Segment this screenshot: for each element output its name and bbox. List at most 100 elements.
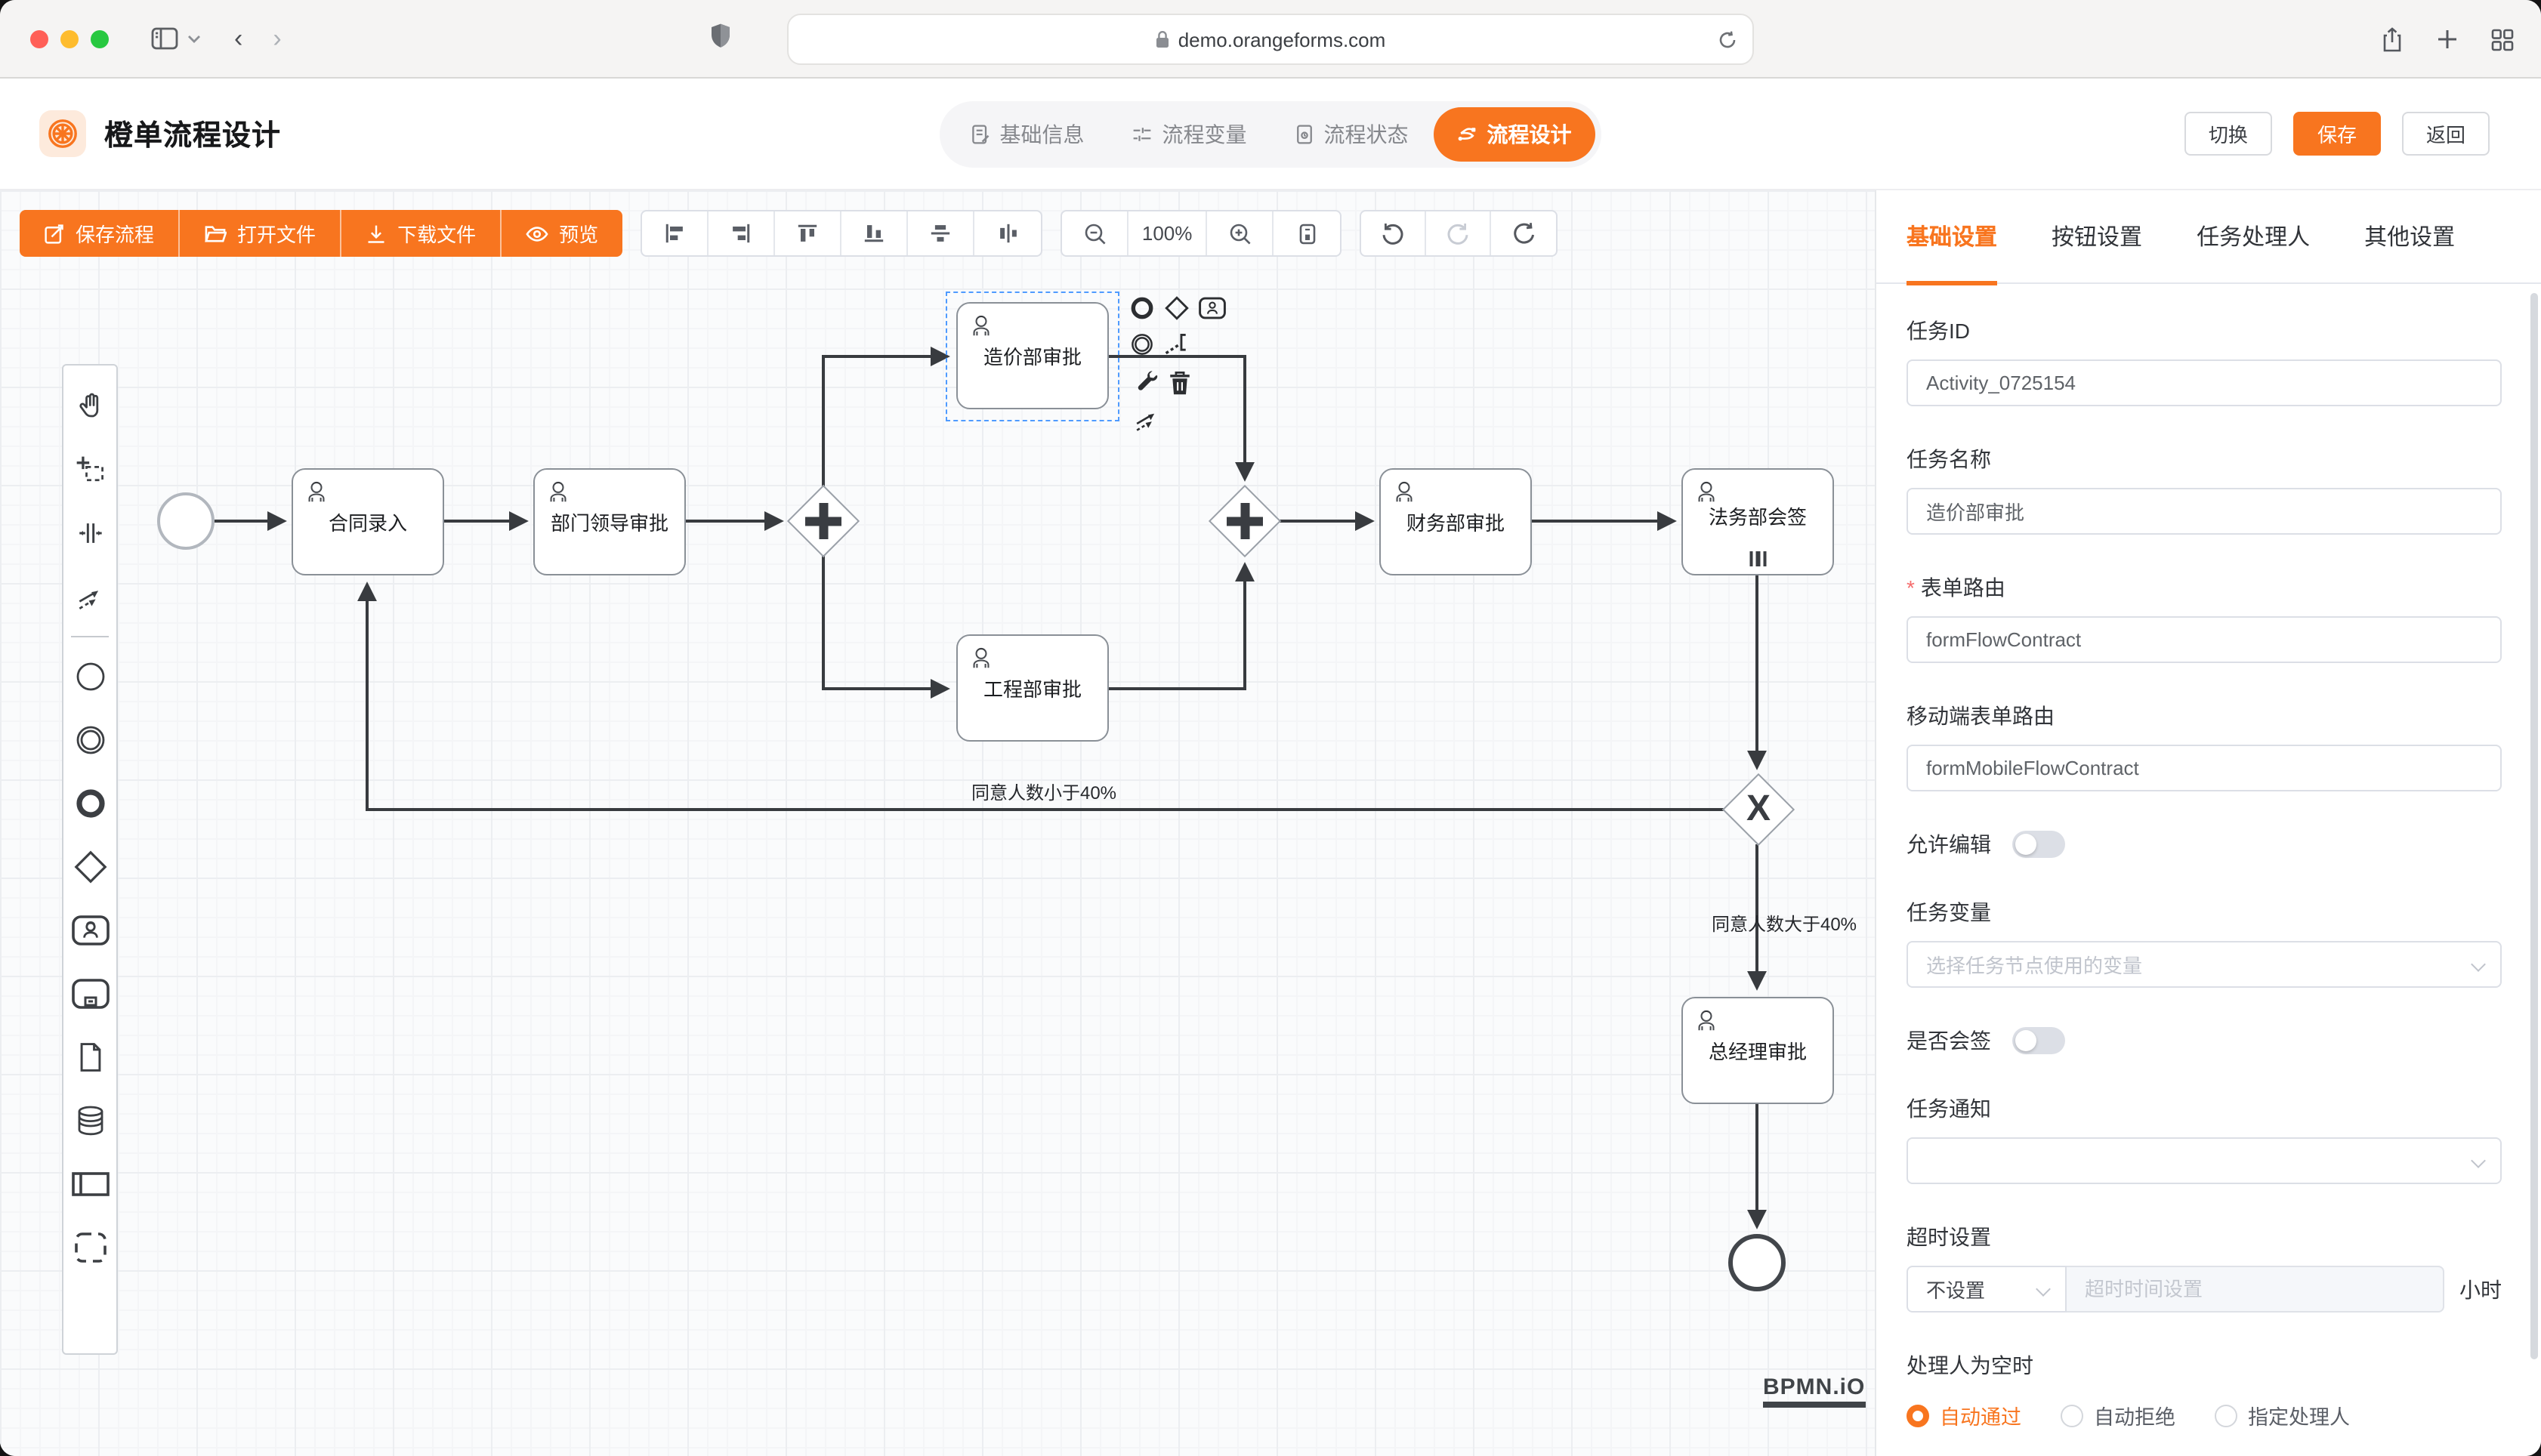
radio-dot — [2215, 1404, 2237, 1427]
append-end-event-icon[interactable] — [1127, 293, 1157, 323]
edge-label-lt40[interactable]: 同意人数小于40% — [971, 779, 1116, 805]
multi-instance-marker — [1749, 551, 1767, 566]
user-icon — [1690, 476, 1722, 507]
task-notify-select[interactable] — [1907, 1137, 2502, 1184]
address-bar[interactable]: demo.orangeforms.com — [787, 14, 1754, 65]
zoom-window-button[interactable] — [91, 29, 109, 48]
allow-edit-toggle[interactable] — [2012, 831, 2065, 858]
minimize-window-button[interactable] — [60, 29, 79, 48]
url-text: demo.orangeforms.com — [1178, 28, 1386, 51]
user-icon — [1690, 1004, 1722, 1036]
reload-icon[interactable] — [1718, 29, 1737, 49]
back-button-header[interactable]: 返回 — [2402, 112, 2490, 156]
exclusive-gateway[interactable]: X — [1724, 775, 1793, 844]
countersign-toggle[interactable] — [2012, 1027, 2065, 1054]
connect-tool-icon[interactable] — [1132, 403, 1162, 433]
task-name-label: 任务名称 — [1907, 444, 2502, 474]
switch-button[interactable]: 切换 — [2184, 112, 2272, 156]
task-variable-select[interactable]: 选择任务节点使用的变量 — [1907, 941, 2502, 988]
user-icon — [965, 642, 997, 674]
chevron-down-icon — [2036, 1282, 2051, 1297]
browser-chrome: ‹ › demo.orangeforms.com — [0, 0, 2541, 79]
append-user-task-icon[interactable] — [1196, 293, 1227, 323]
app-header: 橙单流程设计 基础信息 流程变量 流程状态 流程设计 切换 保存 返回 — [0, 79, 2541, 190]
tab-task-assignee[interactable]: 任务处理人 — [2197, 190, 2310, 283]
header-tabs: 基础信息 流程变量 流程状态 流程设计 — [940, 101, 1601, 168]
lock-icon — [1156, 30, 1169, 48]
tab-basic-info[interactable]: 基础信息 — [946, 107, 1108, 162]
sidebar-icon[interactable] — [151, 27, 178, 50]
chevron-down-icon — [2471, 957, 2486, 972]
document-icon — [1295, 124, 1315, 145]
properties-panel: 基础设置 按钮设置 任务处理人 其他设置 任务ID 任务名称 *表单路由 — [1875, 190, 2541, 1456]
countersign-label: 是否会签 — [1907, 1026, 1991, 1056]
task-variable-placeholder: 选择任务节点使用的变量 — [1926, 950, 2142, 979]
task-variable-label: 任务变量 — [1907, 897, 2502, 927]
task-node-finance-dept-approval[interactable]: 财务部审批 — [1379, 468, 1532, 575]
task-node-general-manager-approval[interactable]: 总经理审批 — [1681, 997, 1834, 1104]
tab-basic-settings[interactable]: 基础设置 — [1907, 190, 1997, 283]
bpmn-io-watermark[interactable]: BPMN.iO — [1763, 1374, 1865, 1408]
task-name-input[interactable] — [1907, 488, 2502, 535]
allow-edit-label: 允许编辑 — [1907, 829, 1991, 859]
mobile-form-route-input[interactable] — [1907, 745, 2502, 791]
tab-other-settings[interactable]: 其他设置 — [2364, 190, 2455, 283]
radio-dot — [2061, 1404, 2083, 1427]
share-icon[interactable] — [2381, 26, 2404, 52]
start-event[interactable] — [157, 492, 215, 550]
panel-scrollbar[interactable] — [2530, 293, 2538, 1359]
radio-assign-handler[interactable]: 指定处理人 — [2215, 1400, 2350, 1430]
radio-auto-reject[interactable]: 自动拒绝 — [2061, 1400, 2175, 1430]
app-logo — [39, 110, 86, 157]
radio-dot — [1907, 1404, 1929, 1427]
chevron-down-icon[interactable] — [187, 34, 201, 43]
append-gateway-icon[interactable] — [1162, 293, 1192, 323]
parallel-gateway-split[interactable] — [789, 486, 858, 556]
privacy-shield-icon[interactable] — [710, 23, 731, 48]
edge-label-gt40[interactable]: 同意人数大于40% — [1712, 911, 1857, 936]
task-notify-label: 任务通知 — [1907, 1094, 2502, 1124]
window-controls — [30, 29, 109, 48]
task-node-legal-dept-countersign[interactable]: 法务部会签 — [1681, 468, 1834, 575]
task-node-dept-leader-approval[interactable]: 部门领导审批 — [533, 468, 686, 575]
task-node-contract-entry[interactable]: 合同录入 — [292, 468, 444, 575]
tab-overview-icon[interactable] — [2491, 28, 2514, 51]
append-text-annotation-icon[interactable] — [1162, 329, 1192, 359]
parallel-gateway-join[interactable] — [1210, 486, 1280, 556]
task-id-input[interactable] — [1907, 359, 2502, 406]
form-icon — [970, 124, 991, 145]
tab-flow-design[interactable]: 流程设计 — [1433, 107, 1595, 162]
task-id-label: 任务ID — [1907, 316, 2502, 346]
radio-auto-approve[interactable]: 自动通过 — [1907, 1400, 2021, 1430]
bpmn-edges — [0, 190, 1875, 1456]
panel-tabs: 基础设置 按钮设置 任务处理人 其他设置 — [1876, 190, 2541, 284]
task-node-engineering-dept-approval[interactable]: 工程部审批 — [956, 634, 1109, 742]
user-icon — [1388, 476, 1420, 507]
close-window-button[interactable] — [30, 29, 48, 48]
timeout-mode-select[interactable]: 不设置 — [1907, 1266, 2067, 1313]
flow-icon — [1457, 124, 1478, 145]
tab-flow-variables[interactable]: 流程变量 — [1108, 107, 1270, 162]
timeout-label: 超时设置 — [1907, 1222, 2502, 1252]
form-route-input[interactable] — [1907, 616, 2502, 663]
bpmn-canvas[interactable]: 保存流程 打开文件 下载文件 预览 — [0, 190, 1875, 1456]
append-intermediate-event-icon[interactable] — [1127, 329, 1157, 359]
empty-handler-label: 处理人为空时 — [1907, 1350, 2502, 1380]
user-icon — [965, 310, 997, 341]
user-icon — [542, 476, 574, 507]
tab-flow-status[interactable]: 流程状态 — [1270, 107, 1433, 162]
trash-icon[interactable] — [1165, 367, 1195, 397]
new-tab-icon[interactable] — [2437, 29, 2458, 50]
tab-button-settings[interactable]: 按钮设置 — [2052, 190, 2142, 283]
chevron-down-icon — [2471, 1153, 2486, 1168]
user-icon — [301, 476, 332, 507]
back-button[interactable]: ‹ — [234, 23, 242, 54]
wrench-icon[interactable] — [1132, 367, 1162, 397]
timeout-value-input[interactable] — [2067, 1266, 2444, 1313]
end-event[interactable] — [1728, 1234, 1786, 1291]
page-title: 橙单流程设计 — [104, 113, 281, 154]
forward-button[interactable]: › — [273, 23, 281, 54]
task-node-cost-dept-approval[interactable]: 造价部审批 — [956, 302, 1109, 409]
timeout-unit: 小时 — [2459, 1274, 2502, 1304]
save-button[interactable]: 保存 — [2293, 112, 2381, 156]
